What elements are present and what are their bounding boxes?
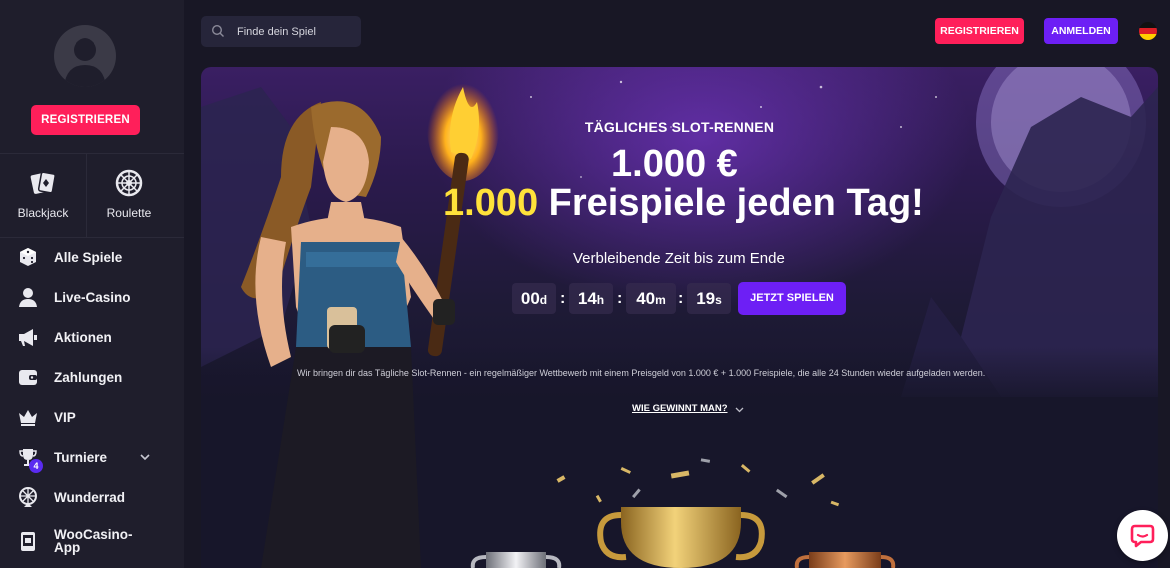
prize-amount: 1.000 € [611,143,738,185]
cards-icon [30,171,56,194]
timer-minutes: 40m [626,283,676,314]
timer-hours-value: 14 [577,289,597,308]
timer-minutes-unit: m [655,293,666,307]
sidebar-item-label: Zahlungen [54,369,123,385]
wheel-icon [19,487,37,507]
banner-title: TÄGLICHES SLOT-RENNEN [584,119,775,135]
trophies-illustration [470,458,896,568]
timer-days-unit: d [539,293,548,307]
sidebar-item-label: Turniere [54,449,108,465]
how-to-win-link[interactable]: WIE GEWINNT MAN? [632,403,728,414]
timer-hours: 14h [569,283,613,314]
sidebar-item-label: Aktionen [54,329,112,345]
crown-icon [19,410,37,426]
sidebar-item-turniere[interactable]: 4 Turniere [0,437,184,477]
german-flag-icon[interactable] [1139,22,1157,40]
timer-separator: : [560,290,566,307]
chevron-down-icon[interactable] [734,404,745,415]
shortcut-label: Blackjack [17,206,69,220]
notification-badge: 4 [29,459,43,473]
live-chat-button[interactable] [1117,510,1168,561]
sidebar-item-live-casino[interactable]: Live-Casino [0,277,184,317]
sidebar: REGISTRIEREN Blackjack Roulette Alle Spi… [0,0,184,568]
sidebar-item-label: WooCasino- App [54,527,133,555]
search-icon [211,24,224,37]
megaphone-icon [19,329,37,346]
chat-icon [1130,524,1155,548]
sidebar-item-zahlungen[interactable]: Zahlungen [0,357,184,397]
avatar[interactable] [54,25,116,87]
roulette-icon [115,169,143,197]
sidebar-item-wunderrad[interactable]: Wunderrad [0,477,184,517]
timer-separator: : [617,290,623,307]
timer-separator: : [678,290,684,307]
freespins-text: Freispiele jeden Tag! [548,182,924,224]
remaining-time-label: Verbleibende Zeit bis zum Ende [573,250,785,267]
sidebar-item-aktionen[interactable]: Aktionen [0,317,184,357]
sidebar-item-label: Alle Spiele [54,249,123,265]
timer-minutes-value: 40 [636,289,656,308]
login-button[interactable]: ANMELDEN [1044,18,1118,44]
timer-days: 00d [512,283,556,314]
timer-hours-unit: h [596,293,605,307]
timer-seconds-unit: s [715,293,722,307]
sidebar-item-label: VIP [54,409,76,425]
sidebar-item-label: Live-Casino [54,289,131,305]
search-bar[interactable] [201,16,361,47]
user-silhouette-icon [64,38,106,87]
sidebar-item-label: Wunderrad [54,489,126,505]
sidebar-register-button[interactable]: REGISTRIEREN [31,105,140,135]
wallet-icon [19,370,37,385]
sidebar-item-vip[interactable]: VIP [0,397,184,437]
chevron-down-icon[interactable] [138,450,152,464]
sidebar-item-alle-spiele[interactable]: Alle Spiele [0,237,184,277]
shortcut-roulette[interactable]: Roulette [86,160,172,230]
header-register-button[interactable]: REGISTRIEREN [935,18,1024,44]
search-input[interactable] [237,16,357,47]
timer-seconds-value: 19 [696,289,716,308]
divider [0,153,184,154]
promo-banner: TÄGLICHES SLOT-RENNEN 1.000 € 1.000 Frei… [201,67,1158,568]
timer-days-value: 00 [520,289,540,308]
mobile-app-icon [21,532,35,551]
shortcut-blackjack[interactable]: Blackjack [0,160,86,230]
freespins-headline: 1.000 Freispiele jeden Tag! [443,182,924,225]
timer-seconds: 19s [687,283,731,314]
shortcut-label: Roulette [106,206,152,220]
banner-description: Wir bringen dir das Tägliche Slot-Rennen… [297,368,986,378]
freespins-number: 1.000 [443,182,539,224]
play-now-button[interactable]: JETZT SPIELEN [738,282,846,315]
dealer-icon [19,288,37,307]
sidebar-item-woocasino-app[interactable]: WooCasino- App [0,520,184,562]
dice-icon [20,248,36,266]
